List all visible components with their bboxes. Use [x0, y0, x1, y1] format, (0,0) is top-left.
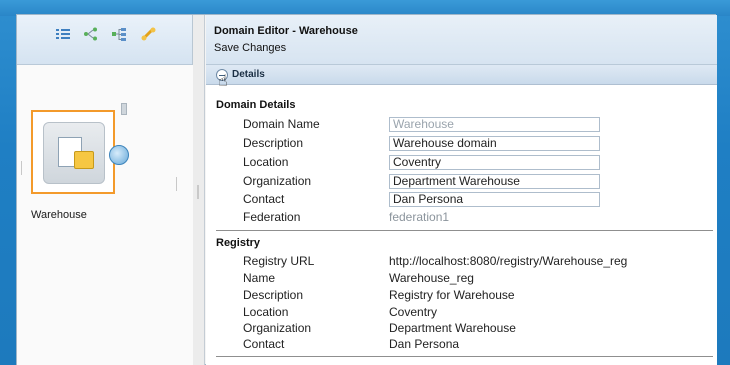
- list-view-icon[interactable]: [55, 27, 71, 41]
- diagram-canvas[interactable]: Warehouse: [17, 65, 193, 365]
- domain-node-icon: [43, 122, 105, 184]
- warehouse-domain-node[interactable]: [31, 110, 115, 194]
- folder-lock-icon: [74, 151, 94, 169]
- save-changes-link[interactable]: Save Changes: [214, 42, 286, 54]
- registry-description-value: Registry for Warehouse: [389, 288, 515, 302]
- canvas-guide: [21, 161, 22, 175]
- registry-contact-label: Contact: [243, 337, 285, 351]
- description-field[interactable]: Warehouse domain: [389, 136, 600, 151]
- link-tool-icon[interactable]: [141, 27, 157, 41]
- registry-organization-value: Department Warehouse: [389, 321, 516, 335]
- node-label: Warehouse: [31, 209, 87, 221]
- registry-name-value: Warehouse_reg: [389, 271, 474, 285]
- contact-label: Contact: [243, 192, 285, 206]
- registry-location-value: Coventry: [389, 305, 438, 319]
- registry-heading: Registry: [216, 237, 261, 249]
- location-label: Location: [243, 155, 289, 169]
- domain-name-field[interactable]: Warehouse: [389, 117, 600, 132]
- canvas-pane: Warehouse: [17, 15, 193, 365]
- registry-url-label: Registry URL: [243, 254, 315, 268]
- organization-label: Organization: [243, 174, 312, 188]
- editor-header: Domain Editor - Warehouse Save Changes: [206, 15, 717, 65]
- details-label: Details: [232, 69, 265, 80]
- section-divider: [216, 356, 713, 357]
- description-label: Description: [243, 136, 304, 150]
- registry-contact-value: Dan Persona: [389, 337, 460, 351]
- hand-cursor-icon: ☝: [218, 73, 228, 90]
- federation-value: federation1: [389, 210, 450, 224]
- registry-organization-label: Organization: [243, 321, 312, 335]
- editor-pane: Domain Editor - Warehouse Save Changes D…: [206, 15, 717, 365]
- domain-name-label: Domain Name: [243, 117, 320, 131]
- canvas-toolbar: [17, 15, 192, 65]
- domain-editor-window: Warehouse Domain Editor - Warehouse Save…: [16, 14, 717, 365]
- tree-layout-icon[interactable]: [83, 27, 99, 41]
- domain-details-heading: Domain Details: [216, 99, 296, 111]
- canvas-guide: [176, 177, 177, 191]
- node-connector-icon[interactable]: [109, 145, 129, 165]
- hierarchy-layout-icon[interactable]: [111, 27, 127, 41]
- registry-location-label: Location: [243, 305, 289, 319]
- organization-field[interactable]: Department Warehouse: [389, 174, 600, 189]
- node-resize-handle[interactable]: [121, 103, 127, 115]
- location-field[interactable]: Coventry: [389, 155, 600, 170]
- editor-title: Domain Editor - Warehouse: [214, 25, 358, 37]
- pane-splitter[interactable]: [193, 15, 205, 365]
- registry-description-label: Description: [243, 288, 304, 302]
- registry-name-label: Name: [243, 271, 276, 285]
- details-section-header[interactable]: Details ☝: [206, 65, 717, 90]
- splitter-grip: [197, 185, 199, 199]
- section-divider: [216, 230, 713, 231]
- contact-field[interactable]: Dan Persona: [389, 192, 600, 207]
- registry-url-value: http://localhost:8080/registry/Warehouse…: [389, 254, 628, 268]
- federation-label: Federation: [243, 210, 301, 224]
